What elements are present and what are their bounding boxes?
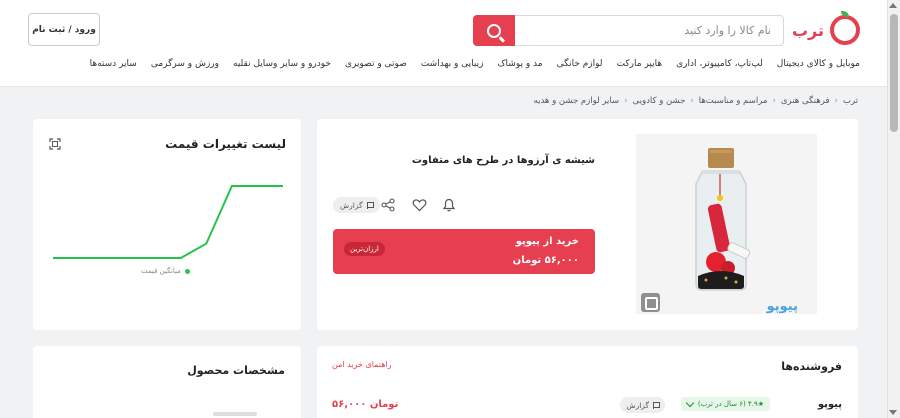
breadcrumb-separator-icon: ‹: [834, 96, 838, 106]
nav-item-sports[interactable]: ورزش و سرگرمی: [151, 59, 219, 69]
nav-item-beauty[interactable]: زیبایی و بهداشت: [421, 59, 484, 69]
buy-price: ۵۶,۰۰۰ تومان: [512, 255, 579, 266]
buy-guide-link[interactable]: راهنمای خرید امن: [332, 360, 392, 369]
breadcrumb-item[interactable]: ترب: [843, 96, 858, 106]
specs-card: مشخصات محصول: [33, 346, 301, 418]
buy-box-button[interactable]: خرید از پیوپو ۵۶,۰۰۰ تومان ارزان‌ترین: [333, 229, 595, 274]
logo-text: ترب: [791, 20, 824, 40]
chart-legend: میانگین قیمت: [141, 267, 190, 275]
breadcrumb-separator-icon: ‹: [624, 96, 628, 106]
breadcrumb-separator-icon: ‹: [690, 96, 694, 106]
chevron-down-icon: [685, 398, 695, 407]
seller-report-label: گزارش: [626, 400, 649, 410]
nav-item-fashion[interactable]: مد و پوشاک: [497, 59, 542, 69]
nav-item-other[interactable]: سایر دسته‌ها: [90, 59, 137, 69]
nav-item-audio-video[interactable]: صوتی و تصویری: [345, 59, 407, 69]
wish-jar-image: پیوپو: [636, 134, 817, 314]
flag-icon: [366, 201, 374, 209]
breadcrumb-item[interactable]: سایر لوازم جشن و هدیه: [534, 96, 620, 106]
search-button[interactable]: [473, 15, 515, 46]
breadcrumb-item[interactable]: فرهنگی هنری: [781, 96, 830, 106]
share-icon[interactable]: [381, 198, 395, 212]
breadcrumb: ترب ‹ فرهنگی هنری ‹ مراسم و مناسبت‌ها ‹ …: [534, 96, 858, 106]
legend-dot: [184, 268, 190, 274]
category-nav: موبایل و کالای دیجیتال لپ‌تاپ، کامپیوتر،…: [90, 59, 860, 69]
nav-item-hypermarket[interactable]: هایپر مارکت: [617, 59, 663, 69]
site-logo[interactable]: ترب: [791, 11, 860, 45]
search-icon: [487, 23, 501, 38]
buy-title: خرید از پیوپو: [515, 236, 579, 247]
product-image[interactable]: پیوپو: [636, 134, 817, 314]
seller-name[interactable]: پیوپو: [818, 399, 842, 410]
specs-row-placeholder: [213, 412, 257, 416]
nav-item-home-appliances[interactable]: لوازم خانگی: [557, 59, 603, 69]
product-title: شیشه ی آرزوها در طرح های متفاوت: [411, 155, 595, 166]
scroll-down-icon[interactable]: [889, 410, 897, 415]
search-box: [473, 15, 784, 46]
page-scrollbar[interactable]: [887, 0, 900, 418]
report-button[interactable]: گزارش: [333, 197, 380, 213]
sellers-title: فروشنده‌ها: [781, 360, 842, 373]
search-input[interactable]: [502, 16, 783, 45]
breadcrumb-item[interactable]: جشن و کادویی: [633, 96, 686, 106]
heart-icon[interactable]: [412, 198, 427, 212]
nav-item-vehicles[interactable]: خودرو و سایر وسایل نقلیه: [233, 59, 331, 69]
breadcrumb-item[interactable]: مراسم و مناسبت‌ها: [699, 96, 768, 106]
price-series-line: [53, 185, 283, 259]
nav-item-laptop[interactable]: لپ‌تاپ، کامپیوتر، اداری: [676, 59, 763, 69]
image-compare-icon[interactable]: [641, 293, 660, 312]
specs-title: مشخصات محصول: [187, 364, 285, 377]
bell-icon[interactable]: [442, 198, 456, 212]
seller-report-button[interactable]: گزارش: [620, 397, 665, 413]
seller-rating-text: ★۴.۹ (۶ سال در ترب): [697, 400, 764, 408]
watermark-text: پیوپو: [766, 299, 798, 314]
flag-icon: [653, 401, 660, 409]
site-header: ترب ورود / ثبت نام موبایل و کالای دیجیتا…: [0, 0, 887, 87]
scroll-up-icon[interactable]: [889, 3, 897, 8]
login-button[interactable]: ورود / ثبت نام: [28, 13, 100, 46]
scroll-thumb[interactable]: [890, 14, 898, 132]
cheapest-badge: ارزان‌ترین: [344, 242, 385, 256]
price-chart-card: لیست تغییرات قیمت میانگین قیمت: [33, 119, 301, 330]
nav-item-mobile[interactable]: موبایل و کالای دیجیتال: [777, 59, 860, 69]
legend-label: میانگین قیمت: [141, 267, 181, 275]
sellers-card: فروشنده‌ها راهنمای خرید امن پیوپو ★۴.۹ (…: [317, 346, 858, 418]
seller-price: ۵۶,۰۰۰ تومان: [332, 399, 399, 410]
breadcrumb-separator-icon: ‹: [772, 96, 776, 106]
price-chart: [53, 185, 283, 259]
product-card: پیوپو شیشه ی آرزوها در طرح های متفاوت گز…: [317, 119, 858, 330]
logo-mark-icon: [830, 11, 860, 45]
report-label: گزارش: [340, 200, 363, 210]
seller-rating-badge[interactable]: ★۴.۹ (۶ سال در ترب): [680, 397, 770, 411]
